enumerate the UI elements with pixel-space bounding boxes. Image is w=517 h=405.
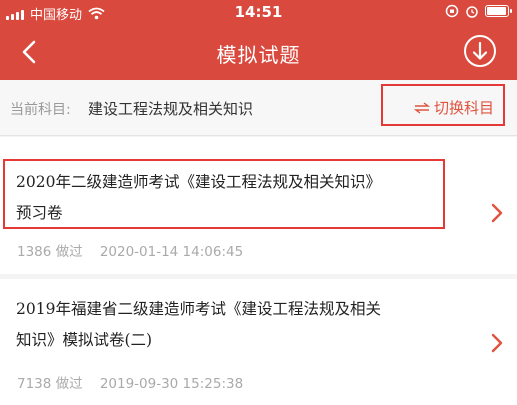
nav-bar: 模拟试题 — [0, 24, 517, 80]
subject-value: 建设工程法规及相关知识 — [88, 100, 254, 118]
list-item[interactable]: 2020年二级建造师考试《建设工程法规及相关知识》 预习卷 1386 做过 20… — [0, 137, 517, 274]
exam-meta: 7138 做过 2019-09-30 15:25:38 — [17, 376, 244, 392]
swap-icon — [414, 101, 430, 114]
chevron-right-icon — [491, 203, 503, 223]
list-item[interactable]: 2019年福建省二级建造师考试《建设工程法规及相关 知识》模拟试卷(二) 713… — [0, 279, 517, 405]
exam-meta: 1386 做过 2020-01-14 14:06:45 — [17, 244, 244, 260]
exam-title: 2019年福建省二级建造师考试《建设工程法规及相关 知识》模拟试卷(二) — [16, 294, 456, 356]
status-time: 14:51 — [234, 3, 283, 21]
status-bar: 中国移动 14:51 — [0, 0, 517, 24]
alarm-icon — [466, 6, 478, 18]
exam-title-line: 2019年福建省二级建造师考试《建设工程法规及相关 — [16, 300, 381, 318]
switch-subject-label: 切换科目 — [434, 99, 495, 117]
chevron-right-icon — [491, 333, 503, 353]
exam-title-line: 知识》模拟试卷(二) — [16, 331, 153, 349]
subject-label: 当前科目: — [10, 102, 71, 118]
page-title: 模拟试题 — [216, 43, 301, 67]
app-header: 中国移动 14:51 模拟试题 — [0, 0, 517, 80]
download-circle-icon[interactable] — [463, 34, 497, 68]
switch-subject-button[interactable]: 切换科目 — [414, 97, 494, 118]
exam-title-highlight — [3, 159, 445, 229]
battery-icon — [485, 5, 512, 17]
status-right — [445, 4, 512, 18]
rotation-lock-icon — [445, 4, 459, 18]
